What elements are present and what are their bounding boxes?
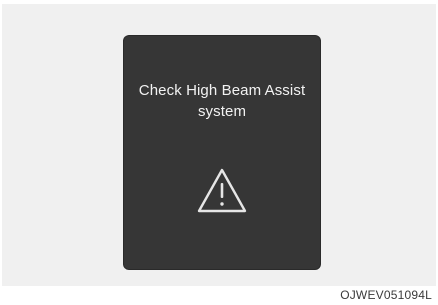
warning-triangle-icon [197, 168, 247, 213]
figure-code: OJWEV051094L [340, 288, 432, 302]
warning-message: Check High Beam Assist system [138, 82, 306, 120]
cluster-display: Check High Beam Assist system [124, 36, 320, 269]
